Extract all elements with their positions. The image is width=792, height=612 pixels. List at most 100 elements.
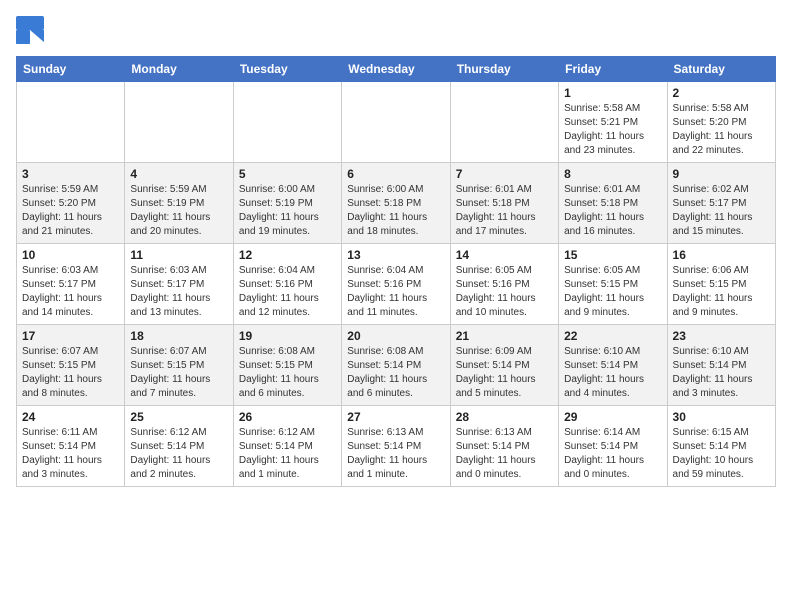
day-number: 19 [239, 329, 336, 343]
calendar-day-header: Saturday [667, 57, 775, 82]
day-number: 25 [130, 410, 227, 424]
calendar-cell: 6 Sunrise: 6:00 AM Sunset: 5:18 PM Daylig… [342, 163, 450, 244]
day-info: Sunrise: 6:03 AM Sunset: 5:17 PM Dayligh… [130, 264, 227, 320]
calendar-cell: 18 Sunrise: 6:07 AM Sunset: 5:15 PM Dayli… [125, 325, 233, 406]
calendar-cell: 14 Sunrise: 6:05 AM Sunset: 5:16 PM Dayli… [450, 244, 558, 325]
day-info: Sunrise: 5:59 AM Sunset: 5:19 PM Dayligh… [130, 183, 227, 239]
day-number: 1 [564, 86, 661, 100]
day-info: Sunrise: 6:15 AM Sunset: 5:14 PM Dayligh… [673, 426, 770, 482]
calendar-day-header: Thursday [450, 57, 558, 82]
day-number: 20 [347, 329, 444, 343]
calendar-cell: 1 Sunrise: 5:58 AM Sunset: 5:21 PM Daylig… [559, 82, 667, 163]
day-number: 30 [673, 410, 770, 424]
calendar-week-row: 17Sunrise: 6:07 AM Sunset: 5:15 PM Dayli… [17, 325, 776, 406]
calendar-cell: 15 Sunrise: 6:05 AM Sunset: 5:15 PM Dayli… [559, 244, 667, 325]
calendar-week-row: 3Sunrise: 5:59 AM Sunset: 5:20 PM Daylig… [17, 163, 776, 244]
calendar-cell: 27 Sunrise: 6:13 AM Sunset: 5:14 PM Dayli… [342, 406, 450, 487]
calendar-cell: 21 Sunrise: 6:09 AM Sunset: 5:14 PM Dayli… [450, 325, 558, 406]
calendar-cell: 8 Sunrise: 6:01 AM Sunset: 5:18 PM Daylig… [559, 163, 667, 244]
calendar-cell: 7 Sunrise: 6:01 AM Sunset: 5:18 PM Daylig… [450, 163, 558, 244]
day-number: 27 [347, 410, 444, 424]
calendar-cell [342, 82, 450, 163]
day-number: 13 [347, 248, 444, 262]
calendar-cell: 10 Sunrise: 6:03 AM Sunset: 5:17 PM Dayli… [17, 244, 125, 325]
calendar-cell: 19 Sunrise: 6:08 AM Sunset: 5:15 PM Dayli… [233, 325, 341, 406]
calendar-cell: 29 Sunrise: 6:14 AM Sunset: 5:14 PM Dayli… [559, 406, 667, 487]
day-info: Sunrise: 6:07 AM Sunset: 5:15 PM Dayligh… [22, 345, 119, 401]
day-number: 8 [564, 167, 661, 181]
day-info: Sunrise: 6:01 AM Sunset: 5:18 PM Dayligh… [456, 183, 553, 239]
calendar-cell [125, 82, 233, 163]
day-info: Sunrise: 6:13 AM Sunset: 5:14 PM Dayligh… [456, 426, 553, 482]
day-number: 10 [22, 248, 119, 262]
calendar-cell: 3Sunrise: 5:59 AM Sunset: 5:20 PM Daylig… [17, 163, 125, 244]
calendar-week-row: 1 Sunrise: 5:58 AM Sunset: 5:21 PM Daylig… [17, 82, 776, 163]
calendar-cell: 30 Sunrise: 6:15 AM Sunset: 5:14 PM Dayli… [667, 406, 775, 487]
calendar-cell: 23Sunrise: 6:10 AM Sunset: 5:14 PM Dayli… [667, 325, 775, 406]
calendar-cell: 17Sunrise: 6:07 AM Sunset: 5:15 PM Dayli… [17, 325, 125, 406]
calendar-cell: 11 Sunrise: 6:03 AM Sunset: 5:17 PM Dayli… [125, 244, 233, 325]
calendar-cell: 28 Sunrise: 6:13 AM Sunset: 5:14 PM Dayli… [450, 406, 558, 487]
day-info: Sunrise: 6:04 AM Sunset: 5:16 PM Dayligh… [239, 264, 336, 320]
day-info: Sunrise: 6:01 AM Sunset: 5:18 PM Dayligh… [564, 183, 661, 239]
day-number: 29 [564, 410, 661, 424]
day-info: Sunrise: 6:09 AM Sunset: 5:14 PM Dayligh… [456, 345, 553, 401]
calendar-cell: 4 Sunrise: 5:59 AM Sunset: 5:19 PM Daylig… [125, 163, 233, 244]
day-info: Sunrise: 6:11 AM Sunset: 5:14 PM Dayligh… [22, 426, 119, 482]
day-number: 15 [564, 248, 661, 262]
day-number: 12 [239, 248, 336, 262]
day-info: Sunrise: 5:58 AM Sunset: 5:21 PM Dayligh… [564, 102, 661, 158]
calendar-table: SundayMondayTuesdayWednesdayThursdayFrid… [16, 56, 776, 487]
day-info: Sunrise: 6:13 AM Sunset: 5:14 PM Dayligh… [347, 426, 444, 482]
day-number: 24 [22, 410, 119, 424]
day-number: 18 [130, 329, 227, 343]
day-info: Sunrise: 6:14 AM Sunset: 5:14 PM Dayligh… [564, 426, 661, 482]
day-number: 11 [130, 248, 227, 262]
day-number: 4 [130, 167, 227, 181]
day-info: Sunrise: 6:03 AM Sunset: 5:17 PM Dayligh… [22, 264, 119, 320]
calendar-cell: 26 Sunrise: 6:12 AM Sunset: 5:14 PM Dayli… [233, 406, 341, 487]
day-info: Sunrise: 6:07 AM Sunset: 5:15 PM Dayligh… [130, 345, 227, 401]
calendar-week-row: 10 Sunrise: 6:03 AM Sunset: 5:17 PM Dayli… [17, 244, 776, 325]
calendar-day-header: Tuesday [233, 57, 341, 82]
calendar-cell: 5 Sunrise: 6:00 AM Sunset: 5:19 PM Daylig… [233, 163, 341, 244]
day-number: 28 [456, 410, 553, 424]
day-number: 26 [239, 410, 336, 424]
day-info: Sunrise: 6:12 AM Sunset: 5:14 PM Dayligh… [239, 426, 336, 482]
day-number: 6 [347, 167, 444, 181]
day-info: Sunrise: 6:08 AM Sunset: 5:15 PM Dayligh… [239, 345, 336, 401]
day-info: Sunrise: 6:00 AM Sunset: 5:18 PM Dayligh… [347, 183, 444, 239]
calendar-day-header: Friday [559, 57, 667, 82]
calendar-week-row: 24 Sunrise: 6:11 AM Sunset: 5:14 PM Dayli… [17, 406, 776, 487]
day-info: Sunrise: 6:12 AM Sunset: 5:14 PM Dayligh… [130, 426, 227, 482]
logo-icon [16, 16, 44, 44]
day-number: 23 [673, 329, 770, 343]
day-info: Sunrise: 5:58 AM Sunset: 5:20 PM Dayligh… [673, 102, 770, 158]
calendar-day-header: Wednesday [342, 57, 450, 82]
calendar-cell: 22 Sunrise: 6:10 AM Sunset: 5:14 PM Dayli… [559, 325, 667, 406]
day-info: Sunrise: 6:04 AM Sunset: 5:16 PM Dayligh… [347, 264, 444, 320]
day-number: 14 [456, 248, 553, 262]
day-number: 9 [673, 167, 770, 181]
day-number: 16 [673, 248, 770, 262]
calendar-cell: 2Sunrise: 5:58 AM Sunset: 5:20 PM Daylig… [667, 82, 775, 163]
day-info: Sunrise: 6:05 AM Sunset: 5:15 PM Dayligh… [564, 264, 661, 320]
day-number: 21 [456, 329, 553, 343]
calendar-day-header: Sunday [17, 57, 125, 82]
calendar-cell [17, 82, 125, 163]
day-number: 5 [239, 167, 336, 181]
day-number: 7 [456, 167, 553, 181]
day-info: Sunrise: 6:06 AM Sunset: 5:15 PM Dayligh… [673, 264, 770, 320]
calendar-cell: 13 Sunrise: 6:04 AM Sunset: 5:16 PM Dayli… [342, 244, 450, 325]
calendar-cell: 25 Sunrise: 6:12 AM Sunset: 5:14 PM Dayli… [125, 406, 233, 487]
day-info: Sunrise: 6:05 AM Sunset: 5:16 PM Dayligh… [456, 264, 553, 320]
day-info: Sunrise: 6:10 AM Sunset: 5:14 PM Dayligh… [564, 345, 661, 401]
day-number: 22 [564, 329, 661, 343]
calendar-header-row: SundayMondayTuesdayWednesdayThursdayFrid… [17, 57, 776, 82]
calendar-cell: 9Sunrise: 6:02 AM Sunset: 5:17 PM Daylig… [667, 163, 775, 244]
calendar-cell: 16 Sunrise: 6:06 AM Sunset: 5:15 PM Dayli… [667, 244, 775, 325]
day-info: Sunrise: 6:00 AM Sunset: 5:19 PM Dayligh… [239, 183, 336, 239]
day-info: Sunrise: 6:08 AM Sunset: 5:14 PM Dayligh… [347, 345, 444, 401]
calendar-cell [450, 82, 558, 163]
calendar-cell: 20 Sunrise: 6:08 AM Sunset: 5:14 PM Dayli… [342, 325, 450, 406]
